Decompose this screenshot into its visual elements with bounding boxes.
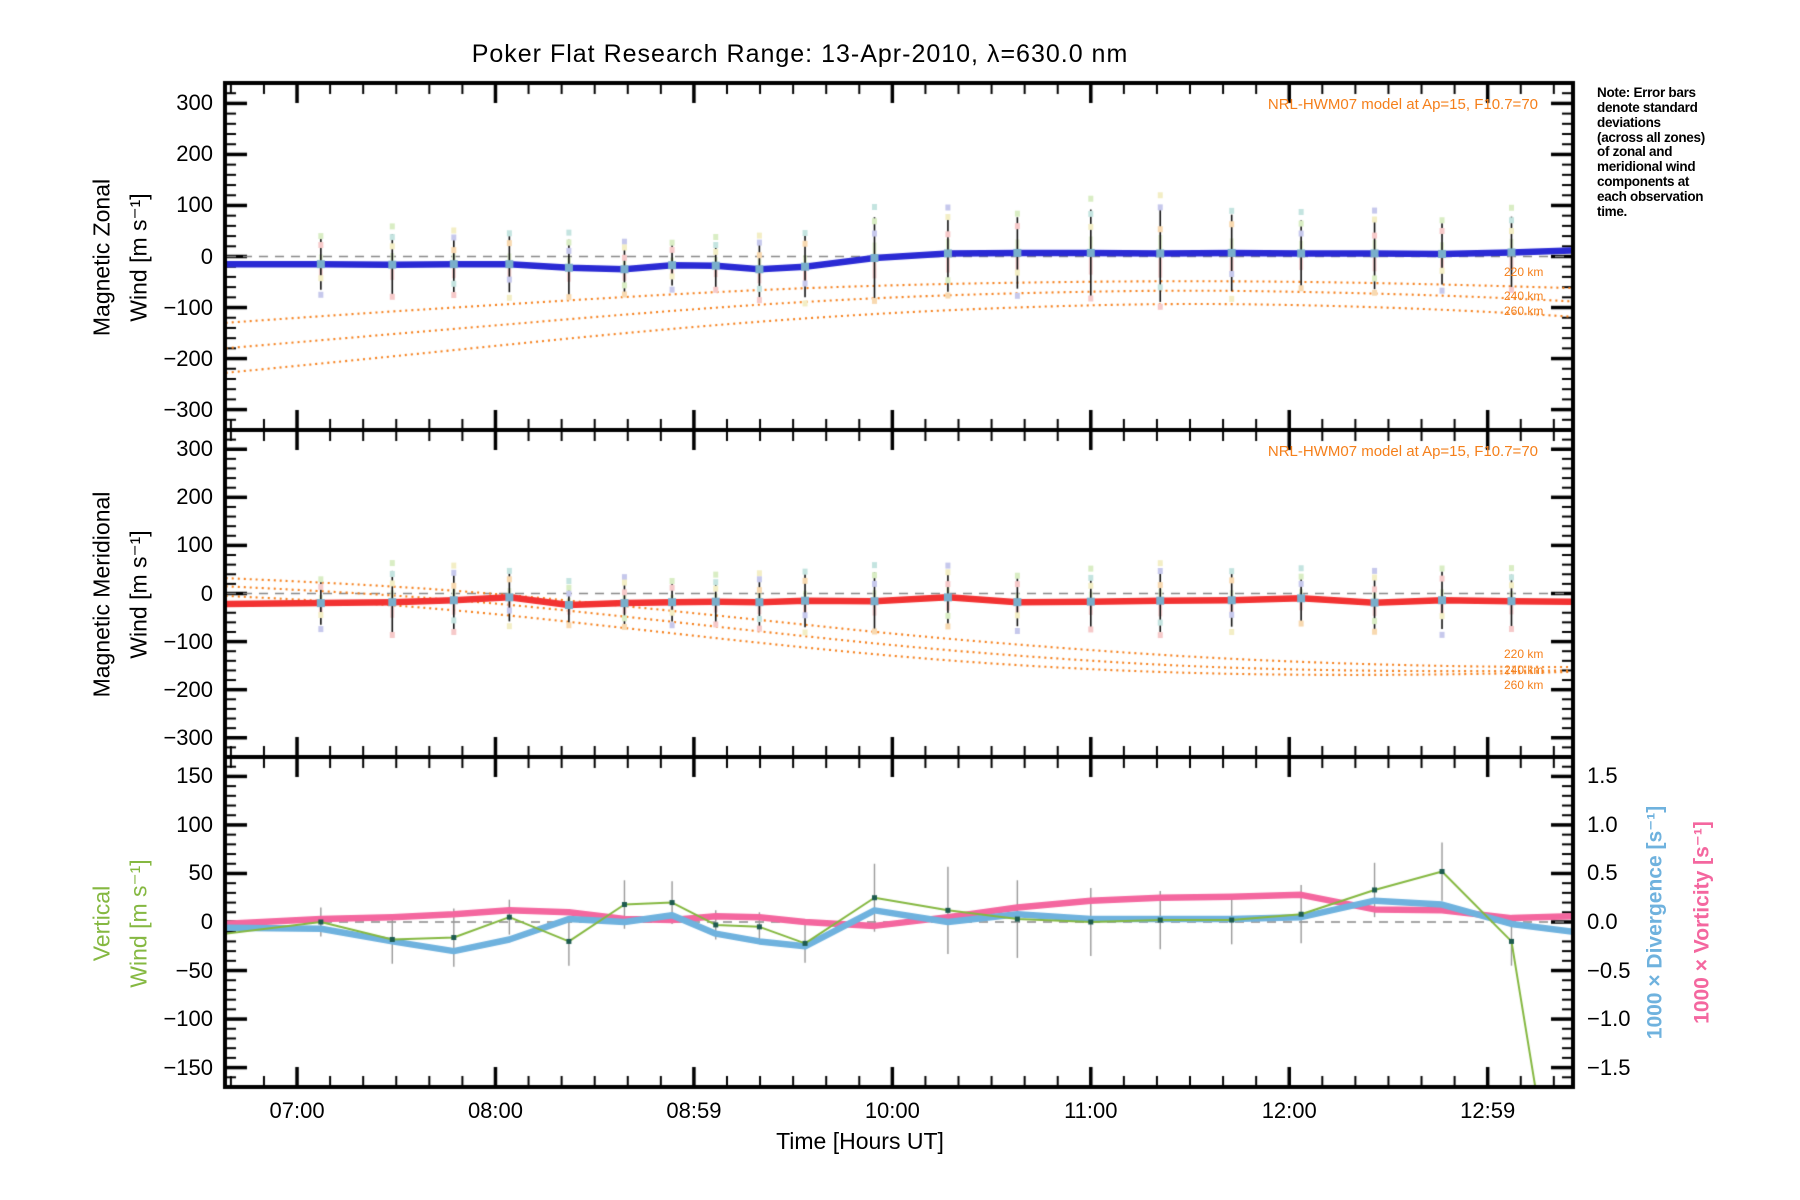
x-tick-label: 08:00 <box>467 1098 523 1123</box>
note-text: Note: Error bars denote standard deviati… <box>1597 85 1705 219</box>
y-axis-title-meridional-1: Magnetic Meridional <box>88 491 115 698</box>
y-tick-label-vertical: 150 <box>176 763 213 789</box>
y-tick-label-meridional: −100 <box>163 628 213 654</box>
y-tick-label-right: −0.5 <box>1587 957 1631 983</box>
model-altitude-label: 240 km <box>1504 289 1544 304</box>
y-tick-label-vertical: −50 <box>175 957 213 983</box>
x-tick-label: 12:00 <box>1261 1098 1317 1123</box>
y-tick-label-zonal: 0 <box>200 243 213 269</box>
y-tick-label-right: 1.5 <box>1587 763 1618 789</box>
plot-canvas <box>0 0 1800 1200</box>
y-tick-label-meridional: −200 <box>163 676 213 702</box>
y-tick-label-zonal: 100 <box>176 192 213 218</box>
y-tick-label-vertical: 100 <box>176 811 213 837</box>
fpi-wind-plot-page: Poker Flat Research Range: 13-Apr-2010, … <box>0 0 1800 1200</box>
x-tick-label: 12:59 <box>1460 1098 1516 1123</box>
y-axis-title-vorticity: 1000 × Vorticity [s⁻¹] <box>1690 821 1714 1024</box>
y-tick-label-right: 0.5 <box>1587 860 1618 886</box>
x-tick-label: 07:00 <box>269 1098 325 1123</box>
y-tick-label-vertical: −100 <box>163 1006 213 1032</box>
y-tick-label-right: −1.0 <box>1587 1006 1631 1032</box>
model-legend-zonal: NRL-HWM07 model at Ap=15, F10.7=70 <box>1267 96 1538 113</box>
model-altitude-label: 260 km <box>1504 677 1544 692</box>
x-axis-title: Time [Hours UT] <box>776 1128 944 1154</box>
y-axis-title-vertical-1: Vertical <box>88 885 115 962</box>
model-altitude-label: 220 km <box>1504 647 1544 662</box>
y-tick-label-zonal: −200 <box>163 345 213 371</box>
y-tick-label-zonal: −300 <box>163 396 213 422</box>
model-legend-meridional: NRL-HWM07 model at Ap=15, F10.7=70 <box>1267 443 1538 460</box>
model-altitude-label: 220 km <box>1504 265 1544 280</box>
model-altitude-label: 240 km <box>1504 663 1544 678</box>
y-tick-label-meridional: 0 <box>200 580 213 606</box>
y-tick-label-meridional: 200 <box>176 484 213 510</box>
y-tick-label-vertical: 0 <box>200 909 213 934</box>
x-tick-label: 10:00 <box>864 1098 920 1123</box>
y-tick-label-vertical: −150 <box>163 1054 213 1080</box>
y-axis-title-zonal-1: Magnetic Zonal <box>88 178 115 337</box>
y-tick-label-zonal: 200 <box>176 141 213 167</box>
y-tick-label-right: −1.5 <box>1587 1054 1631 1080</box>
y-tick-label-right: 1.0 <box>1587 811 1618 837</box>
y-tick-label-vertical: 50 <box>188 860 213 886</box>
y-tick-label-zonal: 300 <box>176 90 213 116</box>
y-tick-label-meridional: −300 <box>163 724 213 750</box>
x-tick-label: 08:59 <box>666 1098 722 1123</box>
x-tick-label: 11:00 <box>1064 1098 1118 1123</box>
page-title: Poker Flat Research Range: 13-Apr-2010, … <box>471 40 1129 68</box>
y-tick-label-zonal: −100 <box>163 294 213 320</box>
model-altitude-label: 260 km <box>1504 303 1544 318</box>
y-tick-label-right: 0.0 <box>1587 909 1618 934</box>
y-tick-label-meridional: 300 <box>176 436 213 462</box>
y-tick-label-meridional: 100 <box>176 532 213 558</box>
